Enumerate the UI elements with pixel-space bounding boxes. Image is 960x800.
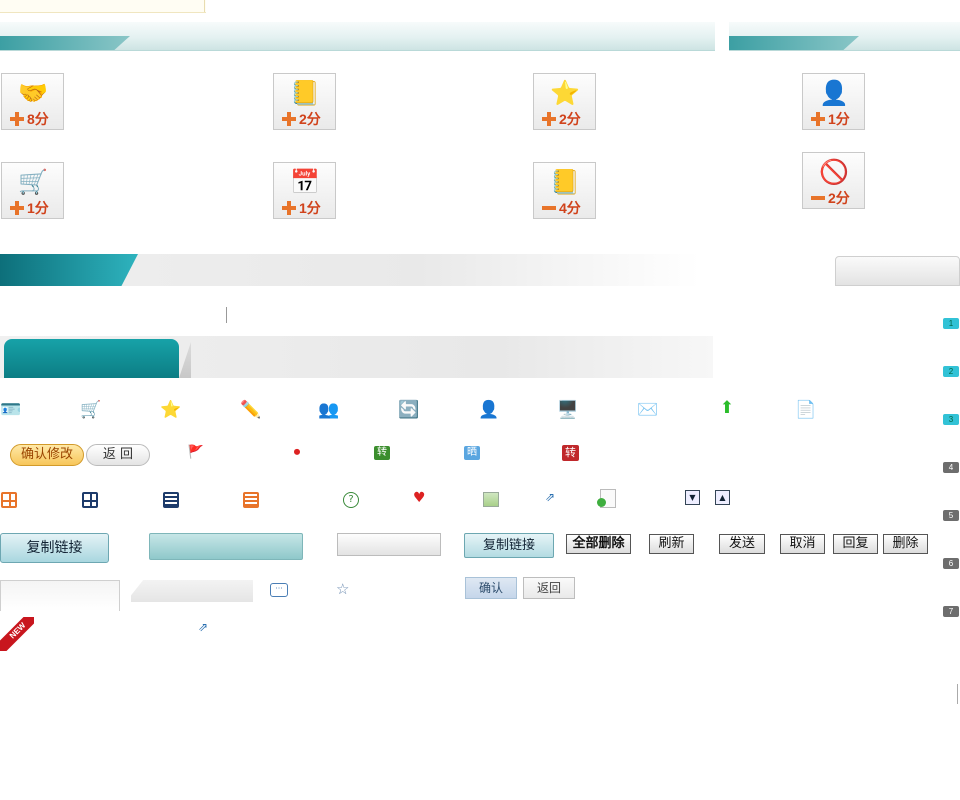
plus-icon bbox=[10, 201, 24, 215]
page-number[interactable]: 6 bbox=[943, 558, 959, 569]
monitor-icon[interactable]: 🖥️ bbox=[557, 399, 579, 421]
gray-tab-field[interactable] bbox=[131, 580, 253, 602]
points-value: 1分 bbox=[299, 200, 321, 216]
cart-icon[interactable]: 🛒 bbox=[80, 399, 102, 421]
copy-link-button-large[interactable]: 复制链接 bbox=[0, 533, 109, 563]
document-check-icon[interactable] bbox=[597, 489, 616, 508]
list-view-orange-icon[interactable] bbox=[243, 492, 259, 508]
send-button[interactable]: 发送 bbox=[719, 534, 765, 554]
cart-icon: 🛒 bbox=[18, 168, 48, 196]
edit-icon[interactable]: ✏️ bbox=[240, 399, 262, 421]
refresh-button[interactable]: 刷新 bbox=[649, 534, 694, 554]
new-ribbon: NEW bbox=[0, 617, 34, 651]
dropdown-up-icon[interactable]: ▲ bbox=[715, 490, 730, 505]
heart-hands-icon[interactable]: ♥ bbox=[413, 490, 426, 506]
comment-icon[interactable]: ··· bbox=[270, 583, 288, 597]
plus-icon bbox=[10, 112, 24, 126]
envelope-icon[interactable]: ✉️ bbox=[637, 399, 659, 421]
stop-icon[interactable]: ⏺ bbox=[286, 442, 308, 464]
points-tile-profile[interactable]: 👤 1分 bbox=[802, 73, 865, 130]
gray-blank-button[interactable] bbox=[337, 533, 441, 556]
plus-icon bbox=[542, 112, 556, 126]
confirm-edit-button[interactable]: 确认修改 bbox=[10, 444, 84, 466]
tooltip-pointer bbox=[184, 0, 205, 12]
page-number[interactable]: 4 bbox=[943, 462, 959, 473]
text-input-box[interactable] bbox=[0, 580, 120, 611]
forward-badge-icon[interactable]: 转 bbox=[374, 446, 390, 460]
points-value: 1分 bbox=[828, 111, 850, 127]
back-button[interactable]: 返 回 bbox=[86, 444, 150, 466]
scroll-marker bbox=[957, 684, 958, 704]
flag-icon[interactable]: 🚩 bbox=[185, 442, 207, 464]
active-tab[interactable] bbox=[4, 339, 179, 378]
tooltip-bubble bbox=[0, 0, 206, 13]
delete-all-button[interactable]: 全部删除 bbox=[566, 534, 631, 554]
gray-tab-button[interactable] bbox=[835, 256, 960, 286]
points-value: 4分 bbox=[559, 200, 581, 216]
text-cursor bbox=[226, 307, 227, 323]
handshake-icon: 🤝 bbox=[18, 79, 48, 107]
users-icon[interactable]: 👥 bbox=[318, 399, 340, 421]
points-tile-deal[interactable]: 🤝 8分 bbox=[1, 73, 64, 130]
section-header-bar-right bbox=[729, 22, 960, 51]
notebook-icon: 📒 bbox=[290, 79, 320, 107]
refresh-icon[interactable]: 🔄 bbox=[398, 399, 420, 421]
points-tile-profile-block[interactable]: 🚫 2分 bbox=[802, 152, 865, 209]
calendar-icon: 📅 bbox=[290, 168, 320, 196]
teal-blank-button[interactable] bbox=[149, 533, 303, 560]
upload-arrow-icon[interactable]: ⬆ bbox=[716, 397, 738, 419]
id-card-icon[interactable]: 🪪 bbox=[0, 399, 22, 421]
help-icon[interactable]: ? bbox=[343, 492, 359, 508]
user-card-icon: 👤 bbox=[819, 79, 849, 107]
plus-icon bbox=[811, 112, 825, 126]
cancel-button[interactable]: 取消 bbox=[780, 534, 825, 554]
points-value: 8分 bbox=[27, 111, 49, 127]
points-value: 1分 bbox=[27, 200, 49, 216]
page-number[interactable]: 7 bbox=[943, 606, 959, 617]
page-number[interactable]: 5 bbox=[943, 510, 959, 521]
plus-icon bbox=[282, 201, 296, 215]
image-icon[interactable] bbox=[483, 492, 499, 507]
star-add-icon[interactable]: ☆ bbox=[336, 580, 349, 598]
section-header-bar-left bbox=[0, 22, 715, 51]
dark-teal-banner bbox=[0, 254, 700, 286]
new-ribbon-label: NEW bbox=[0, 617, 34, 651]
teal-tab-banner bbox=[0, 336, 713, 378]
document-icon[interactable]: 📄 bbox=[795, 399, 817, 421]
points-value: 2分 bbox=[299, 111, 321, 127]
points-value: 2分 bbox=[828, 190, 850, 206]
points-tile-notebook-remove[interactable]: 📒 4分 bbox=[533, 162, 596, 219]
copy-link-button[interactable]: 复制链接 bbox=[464, 533, 554, 558]
user-block-icon: 🚫 bbox=[819, 158, 849, 186]
points-tile-cart[interactable]: 🛒 1分 bbox=[1, 162, 64, 219]
page-number[interactable]: 3 bbox=[943, 414, 959, 425]
points-value: 2分 bbox=[559, 111, 581, 127]
grid-view-icon[interactable] bbox=[82, 492, 98, 508]
back-button-small[interactable]: 返回 bbox=[523, 577, 575, 599]
points-tile-calendar[interactable]: 📅 1分 bbox=[273, 162, 336, 219]
confirm-button[interactable]: 确认 bbox=[465, 577, 517, 599]
delete-button[interactable]: 删除 bbox=[883, 534, 928, 554]
repost-badge-icon[interactable]: 转 bbox=[562, 445, 579, 461]
minus-icon bbox=[542, 206, 556, 210]
points-tile-notebook[interactable]: 📒 2分 bbox=[273, 73, 336, 130]
plus-icon bbox=[282, 112, 296, 126]
external-link-icon[interactable]: ⇗ bbox=[545, 490, 555, 504]
star-add-icon: ⭐ bbox=[550, 79, 580, 107]
grid-view-orange-icon[interactable] bbox=[1, 492, 17, 508]
notebook-remove-icon: 📒 bbox=[550, 168, 580, 196]
reply-button[interactable]: 回复 bbox=[833, 534, 878, 554]
minus-icon bbox=[811, 196, 825, 200]
page-number[interactable]: 1 bbox=[943, 318, 959, 329]
share-badge-icon[interactable]: 晒 bbox=[464, 446, 480, 460]
external-link-icon[interactable]: ⇗ bbox=[198, 620, 208, 634]
page-number[interactable]: 2 bbox=[943, 366, 959, 377]
user-icon[interactable]: 👤 bbox=[478, 399, 500, 421]
points-tile-favorite[interactable]: ⭐ 2分 bbox=[533, 73, 596, 130]
list-view-icon[interactable] bbox=[163, 492, 179, 508]
dropdown-down-icon[interactable]: ▼ bbox=[685, 490, 700, 505]
star-icon[interactable]: ⭐ bbox=[160, 399, 182, 421]
